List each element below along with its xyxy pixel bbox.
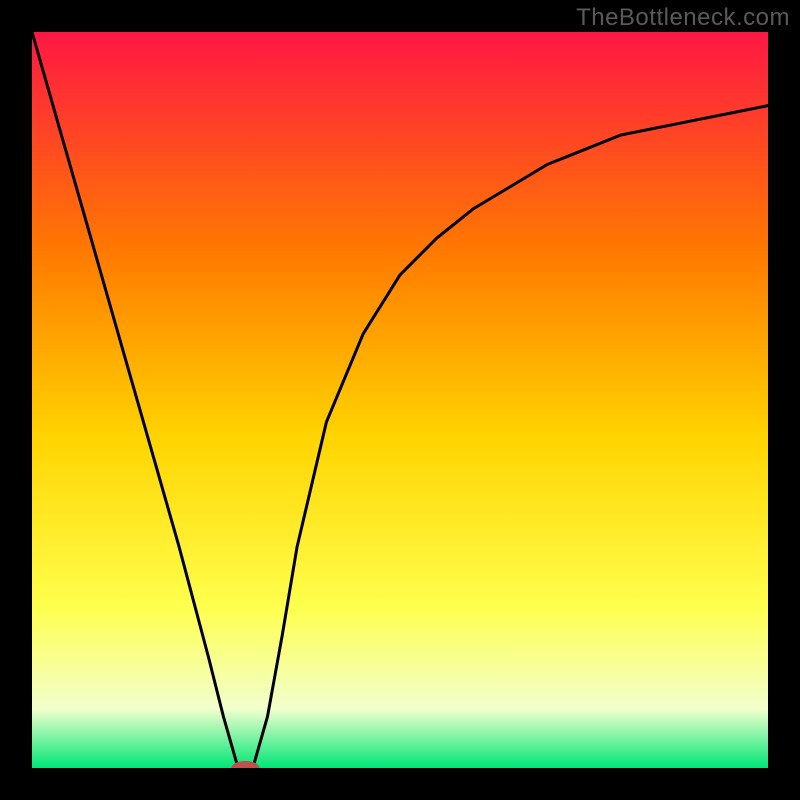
- plot-svg: [32, 32, 768, 768]
- gradient-background: [32, 32, 768, 768]
- watermark-text: TheBottleneck.com: [576, 4, 790, 32]
- chart-frame: TheBottleneck.com: [0, 0, 800, 800]
- plot-area: [32, 32, 768, 768]
